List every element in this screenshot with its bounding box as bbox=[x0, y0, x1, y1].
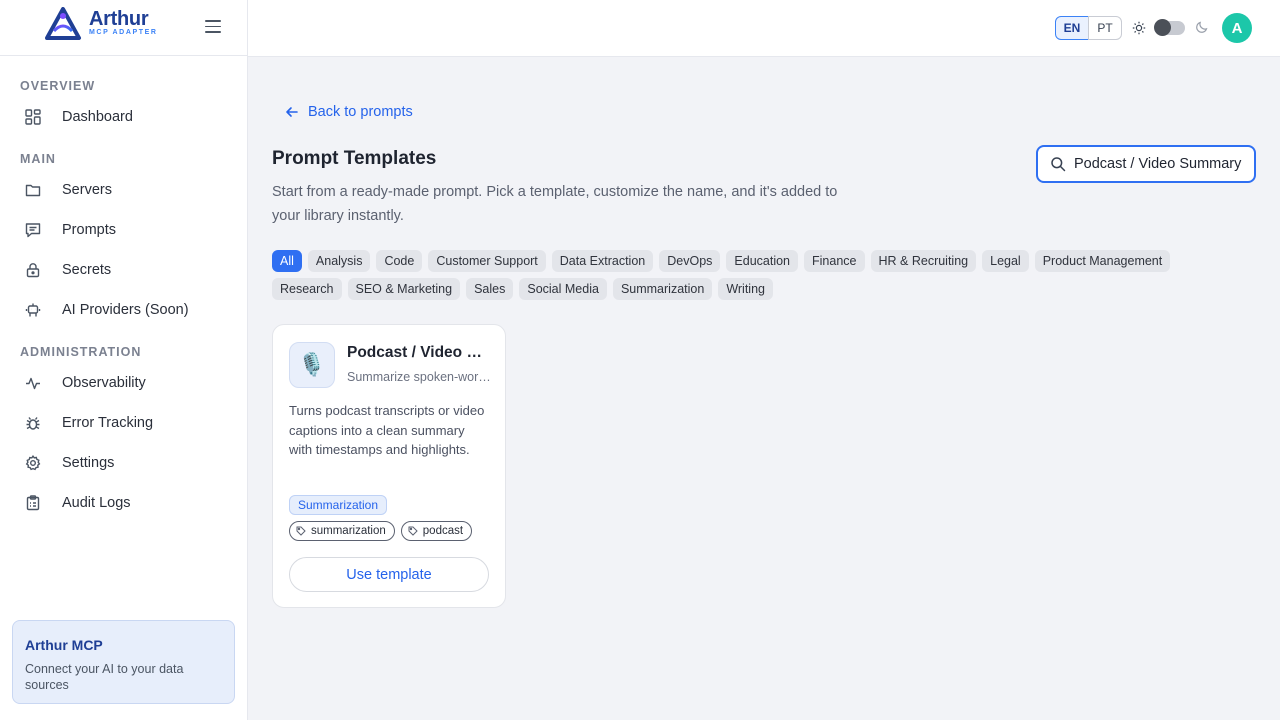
brand-name: Arthur bbox=[89, 8, 149, 30]
use-template-button[interactable]: Use template bbox=[289, 557, 489, 592]
template-title: Podcast / Video Summary bbox=[347, 344, 492, 361]
theme-toggle[interactable] bbox=[1154, 19, 1185, 36]
sidebar-item-audit-logs[interactable]: Audit Logs bbox=[12, 486, 236, 520]
category-chip[interactable]: Product Management bbox=[1034, 250, 1171, 272]
sidebar-item-dashboard[interactable]: Dashboard bbox=[12, 100, 236, 134]
sidebar-item-label: Prompts bbox=[62, 222, 116, 238]
sidebar-item-error-tracking[interactable]: Error Tracking bbox=[12, 406, 236, 440]
category-chip[interactable]: Finance bbox=[804, 250, 865, 272]
category-chip[interactable]: Summarization bbox=[612, 278, 713, 300]
tag-pill: summarization bbox=[289, 521, 395, 541]
category-chip[interactable]: Research bbox=[272, 278, 342, 300]
page-title: Prompt Templates bbox=[272, 148, 437, 169]
template-subtitle: Summarize spoken-word content bbox=[347, 370, 492, 384]
arthur-logo-icon bbox=[45, 7, 81, 40]
user-avatar[interactable]: A bbox=[1222, 13, 1252, 43]
category-chip[interactable]: Education bbox=[726, 250, 799, 272]
tag-icon bbox=[296, 526, 306, 536]
sidebar-item-prompts[interactable]: Prompts bbox=[12, 213, 236, 247]
sidebar: Arthur MCP ADAPTER OVERVIEW Dashboard MA… bbox=[0, 0, 248, 720]
tag-label: summarization bbox=[311, 525, 386, 537]
sidebar-item-label: Audit Logs bbox=[62, 495, 131, 511]
sidebar-item-label: Error Tracking bbox=[62, 415, 154, 431]
tag-label: podcast bbox=[422, 525, 464, 537]
page-description: Start from a ready-made prompt. Pick a t… bbox=[272, 184, 838, 224]
sidebar-item-servers[interactable]: Servers bbox=[12, 173, 236, 207]
sidebar-item-label: Dashboard bbox=[62, 109, 133, 125]
activity-icon bbox=[24, 374, 42, 392]
template-tags: summarization podcast bbox=[289, 521, 473, 541]
category-chip[interactable]: Code bbox=[376, 250, 423, 272]
category-chip[interactable]: Sales bbox=[466, 278, 514, 300]
language-pt-button[interactable]: PT bbox=[1088, 16, 1122, 40]
sidebar-item-label: Servers bbox=[62, 182, 112, 198]
robot-icon bbox=[24, 301, 42, 319]
sidebar-item-label: Secrets bbox=[62, 262, 112, 278]
dashboard-icon bbox=[24, 108, 42, 126]
sidebar-item-label: AI Providers (Soon) bbox=[62, 302, 189, 318]
sidebar-item-label: Settings bbox=[62, 455, 115, 471]
category-chip[interactable]: Data Extraction bbox=[551, 250, 654, 272]
category-chip[interactable]: DevOps bbox=[659, 250, 721, 272]
tag-icon bbox=[408, 526, 418, 536]
bug-icon bbox=[24, 414, 42, 432]
arrow-left-icon bbox=[286, 107, 298, 117]
sidebar-item-settings[interactable]: Settings bbox=[12, 446, 236, 480]
brand-subtitle: MCP ADAPTER bbox=[89, 29, 158, 36]
template-description: Turns podcast transcripts or video capti… bbox=[289, 403, 485, 457]
back-to-prompts-link[interactable]: Back to prompts bbox=[284, 104, 413, 120]
microphone-icon: 🎙️ bbox=[289, 342, 335, 388]
category-chip[interactable]: Analysis bbox=[307, 250, 371, 272]
language-en-button[interactable]: EN bbox=[1055, 16, 1089, 40]
template-card: 🎙️ Podcast / Video Summary Summarize spo… bbox=[272, 324, 506, 608]
sun-icon bbox=[1132, 21, 1146, 35]
promo-card: Arthur MCP Connect your AI to your data … bbox=[12, 620, 235, 704]
template-category-badge: Summarization bbox=[289, 495, 388, 515]
theme-toggle-knob bbox=[1154, 19, 1171, 36]
category-chip[interactable]: SEO & Marketing bbox=[347, 278, 461, 300]
menu-toggle-icon[interactable] bbox=[205, 20, 221, 34]
category-chip[interactable]: Social Media bbox=[519, 278, 607, 300]
folder-icon bbox=[24, 181, 42, 199]
promo-title: Arthur MCP bbox=[25, 637, 103, 653]
category-chip[interactable]: All bbox=[272, 250, 302, 272]
category-filters: All Analysis Code Customer Support Data Extr… bbox=[272, 250, 1202, 300]
back-link-label: Back to prompts bbox=[308, 104, 413, 120]
gear-icon bbox=[24, 454, 42, 472]
promo-text: Connect your AI to your data sources bbox=[25, 662, 184, 692]
message-icon bbox=[24, 221, 42, 239]
lock-icon bbox=[24, 261, 42, 279]
brand-header: Arthur MCP ADAPTER bbox=[0, 0, 247, 56]
search-input[interactable] bbox=[1074, 156, 1250, 172]
category-chip[interactable]: Legal bbox=[982, 250, 1029, 272]
section-overview: OVERVIEW bbox=[20, 79, 96, 93]
clipboard-icon bbox=[24, 494, 42, 512]
search-icon bbox=[1051, 157, 1066, 172]
category-chip[interactable]: Customer Support bbox=[428, 250, 546, 272]
category-chip[interactable]: Writing bbox=[718, 278, 773, 300]
tag-pill: podcast bbox=[400, 521, 473, 541]
section-main: MAIN bbox=[20, 152, 56, 166]
top-bar: EN PT A bbox=[248, 0, 1280, 57]
sidebar-item-secrets[interactable]: Secrets bbox=[12, 253, 236, 287]
sidebar-item-observability[interactable]: Observability bbox=[12, 366, 236, 400]
category-chip[interactable]: HR & Recruiting bbox=[870, 250, 977, 272]
section-administration: ADMINISTRATION bbox=[20, 345, 142, 359]
sidebar-item-ai-providers[interactable]: AI Providers (Soon) bbox=[12, 293, 236, 327]
moon-icon bbox=[1196, 21, 1208, 33]
template-search bbox=[1036, 145, 1256, 183]
sidebar-item-label: Observability bbox=[62, 375, 146, 391]
